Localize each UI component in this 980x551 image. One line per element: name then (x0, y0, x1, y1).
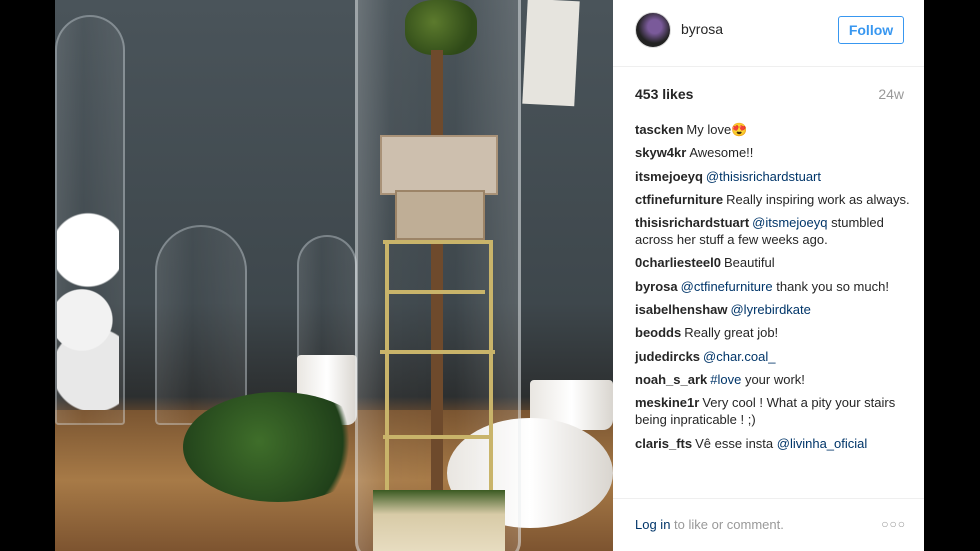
post-age[interactable]: 24w (878, 86, 904, 102)
comment-row: noah_s_ark #love your work! (635, 371, 910, 388)
comment-username[interactable]: tascken (635, 122, 683, 137)
comment-row: ctfinefurniture Really inspiring work as … (635, 191, 910, 208)
photo-cotton (57, 210, 119, 410)
comment-mention[interactable]: @lyrebirdkate (730, 302, 810, 317)
comment-text: Beautiful (724, 255, 775, 271)
comment-row: judedircks @char.coal_ (635, 348, 910, 365)
comment-username[interactable]: thisisrichardstuart (635, 215, 749, 230)
comment-username[interactable]: ctfinefurniture (635, 192, 723, 207)
login-link[interactable]: Log in (635, 517, 670, 532)
photo-glass-dome-back (297, 235, 357, 375)
comment-username[interactable]: byrosa (635, 279, 678, 294)
comment-mention[interactable]: @thisisrichardstuart (706, 169, 821, 184)
more-options-icon[interactable]: ○○○ (881, 517, 906, 531)
comment-row: skyw4kr Awesome!! (635, 144, 910, 161)
photo-treehouse (380, 135, 498, 195)
comment-text: Really great job! (684, 325, 779, 341)
comment-row: thisisrichardstuart @itsmejoeyq stumbled … (635, 214, 910, 248)
comment-row: 0charliesteel0 Beautiful (635, 254, 910, 271)
comment-text: Really inspiring work as always. (726, 191, 910, 207)
photo-tree-trunk (431, 50, 443, 510)
photo-ladder-rail-2 (385, 290, 485, 294)
comment-username[interactable]: beodds (635, 325, 681, 340)
comment-username[interactable]: skyw4kr (635, 145, 686, 160)
comment-row: meskine1r Very cool ! What a pity your st… (635, 394, 910, 428)
comment-username[interactable]: 0charliesteel0 (635, 255, 721, 270)
post-footer: Log in to like or comment. ○○○ (613, 498, 924, 551)
photo-ladder-post-1 (385, 240, 389, 490)
comment-mention[interactable]: @itsmejoeyq (752, 215, 827, 230)
comment-row: beodds Really great job! (635, 324, 910, 341)
photo-tube-base (373, 490, 505, 551)
comment-text: your work! (741, 371, 805, 387)
comment-row: itsmejoeyq @thisisrichardstuart (635, 168, 910, 185)
follow-button[interactable]: Follow (838, 16, 904, 44)
login-prompt-text: to like or comment. (670, 517, 784, 532)
comment-text: Awesome!! (689, 145, 754, 161)
comment-row: byrosa @ctfinefurniture thank you so much… (635, 278, 910, 295)
comment-mention[interactable]: #love (710, 372, 741, 387)
photo-moss-log (183, 392, 373, 502)
post-username[interactable]: byrosa (681, 21, 723, 37)
comment-username[interactable]: judedircks (635, 349, 700, 364)
comment-row: tascken My love😍 (635, 121, 910, 138)
avatar[interactable] (635, 12, 671, 48)
login-prompt: Log in to like or comment. (635, 517, 784, 532)
comment-username[interactable]: meskine1r (635, 395, 699, 410)
post-photo[interactable] (55, 0, 613, 551)
comment-row: claris_fts Vê esse insta @livinha_oficial (635, 435, 910, 452)
post-header: byrosa Follow (613, 0, 924, 67)
comment-mention[interactable]: @livinha_oficial (777, 436, 868, 451)
comment-row: isabelhenshaw @lyrebirdkate (635, 301, 910, 318)
photo-ladder-rail-3 (380, 350, 495, 354)
photo-paper-tag (522, 0, 580, 107)
comment-list: tascken My love😍 skyw4kr Awesome!! itsmejoey… (635, 121, 910, 458)
likes-count[interactable]: 453 likes (635, 86, 693, 102)
comment-username[interactable]: isabelhenshaw (635, 302, 727, 317)
photo-ladder-rail-1 (383, 240, 493, 244)
photo-treehouse-lower (395, 190, 485, 240)
photo-ladder-rail-4 (383, 435, 493, 439)
comment-mention[interactable]: @char.coal_ (703, 349, 775, 364)
comment-username[interactable]: itsmejoeyq (635, 169, 703, 184)
photo-glass-dome-middle (155, 225, 247, 425)
comments-panel: byrosa Follow 453 likes 24w tascken My lo… (613, 0, 924, 551)
comment-mention[interactable]: @ctfinefurniture (681, 279, 773, 294)
comment-text: My love😍 (686, 122, 748, 137)
photo-ladder-post-2 (489, 240, 493, 490)
comment-text: Vê esse insta (695, 435, 777, 451)
comment-username[interactable]: claris_fts (635, 436, 692, 451)
comment-username[interactable]: noah_s_ark (635, 372, 707, 387)
photo-tree-canopy (405, 0, 477, 55)
comment-text: thank you so much! (772, 278, 889, 294)
